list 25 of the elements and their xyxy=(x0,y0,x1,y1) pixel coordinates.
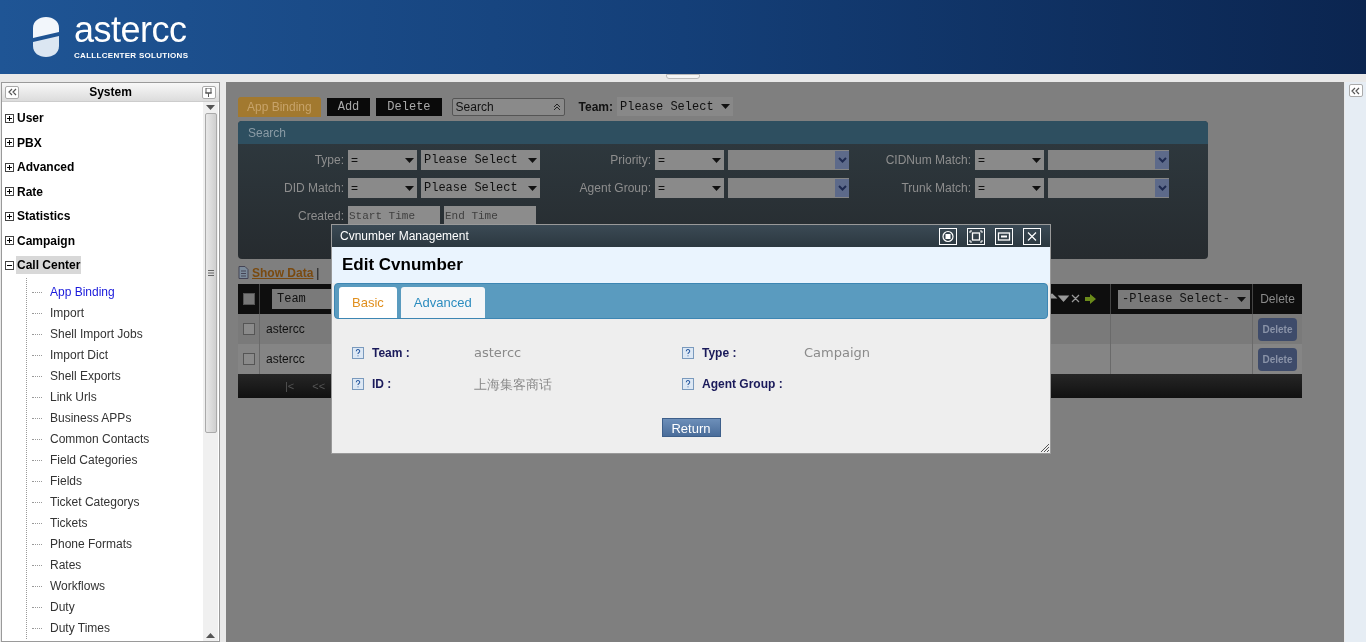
column-header: Delete xyxy=(1260,291,1295,308)
field-label: Team : xyxy=(372,344,411,362)
field-value: 上海集客商话 xyxy=(474,375,552,394)
table-cell-text: astercc xyxy=(266,321,305,338)
dialog-heading: Edit Cvnumber xyxy=(342,254,463,277)
filter-label: Trunk Match: xyxy=(900,180,971,197)
filter-label: CIDNum Match: xyxy=(884,152,971,169)
table-cell-text: astercc xyxy=(266,351,305,368)
panel-title: Search xyxy=(248,124,287,142)
sidebar-title: System xyxy=(89,84,132,101)
logo-tagline: CALLLCENTER SOLUTIONS xyxy=(74,50,189,62)
filter-label: Agent Group: xyxy=(578,180,651,197)
field-label: ID : xyxy=(372,376,393,394)
filter-label: Created: xyxy=(296,208,344,225)
link-separator: | xyxy=(316,264,320,282)
field-value: astercc xyxy=(474,344,522,362)
dialog-title: Cvnumber Management xyxy=(340,228,469,245)
logo-text: astercc xyxy=(74,12,188,48)
filter-label: Type: xyxy=(313,152,344,169)
filter-label: DID Match: xyxy=(283,180,344,197)
field-value: Campaign xyxy=(804,344,871,362)
filter-label: Priority: xyxy=(609,152,651,169)
field-label: Agent Group : xyxy=(702,376,784,394)
team-label: Team: xyxy=(578,98,613,116)
field-label: Type : xyxy=(702,344,738,362)
